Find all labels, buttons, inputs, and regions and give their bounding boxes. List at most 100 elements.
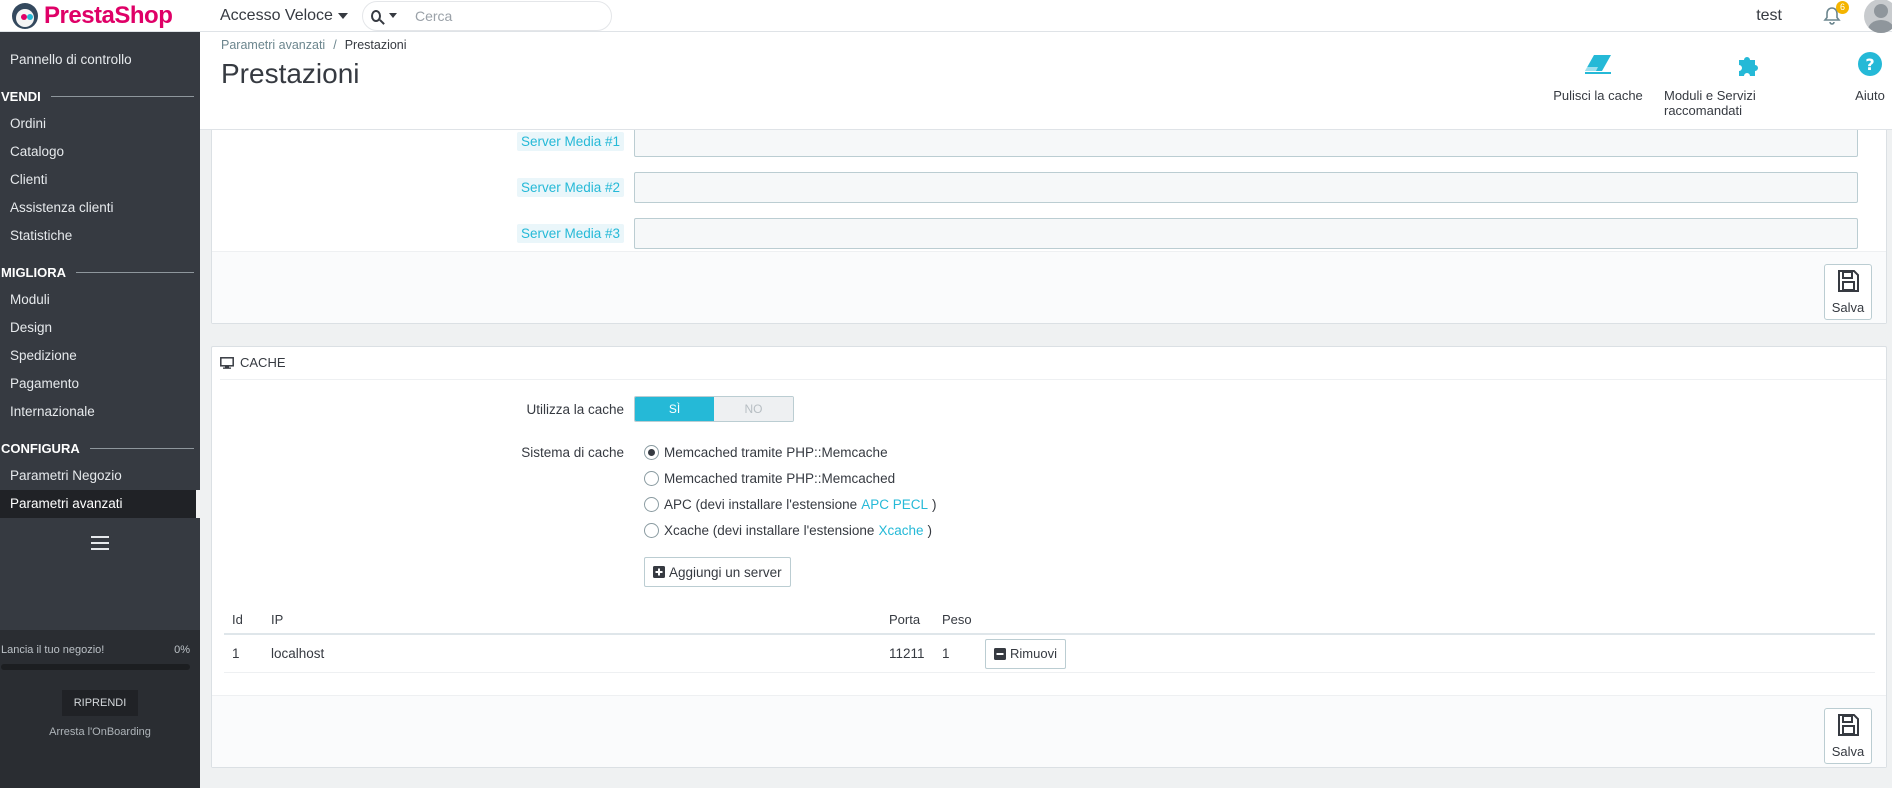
breadcrumb-parent[interactable]: Parametri avanzati [221, 38, 325, 52]
media-server-3-row: Server Media #3 [212, 217, 1886, 249]
search-type-chevron-icon[interactable] [388, 13, 397, 18]
logo[interactable]: PrestaShop [0, 0, 200, 32]
media-server-2-row: Server Media #2 [212, 171, 1886, 203]
use-cache-row: Utilizza la cache SÌ NO [212, 393, 1886, 425]
remove-server-button[interactable]: Rimuovi [985, 638, 1066, 669]
column-porta: Porta [889, 611, 921, 627]
sidebar-section-migliora: MIGLIORA [0, 258, 200, 286]
media-server-1-input[interactable] [634, 130, 1858, 157]
cache-option-apc[interactable]: APC (devi installare l'estensione APC PE… [644, 491, 936, 517]
radio-checked-icon[interactable] [644, 444, 659, 460]
shop-name-link[interactable]: test [1756, 7, 1782, 25]
onboarding-label: Lancia il tuo negozio! [1, 644, 105, 656]
breadcrumb-current: Prestazioni [344, 38, 407, 52]
menu-collapse-icon[interactable] [91, 536, 109, 550]
cache-panel-heading: CACHE [220, 355, 286, 370]
sidebar-section-vendi: VENDI [0, 82, 200, 110]
user-avatar[interactable] [1864, 0, 1892, 33]
column-peso: Peso [942, 611, 972, 627]
use-cache-toggle[interactable]: SÌ NO [634, 396, 794, 422]
top-bar: PrestaShop Accesso Veloce test 6 [0, 0, 1892, 33]
eraser-icon [1583, 50, 1613, 78]
media-servers-panel: Server Media #1 Server Media #2 Server M… [211, 130, 1887, 324]
quick-access-label: Accesso Veloce [220, 6, 333, 24]
table-row: 1 localhost 11211 1 Rimuovi [224, 635, 1875, 673]
recommended-modules-button[interactable]: Moduli e Servizi raccomandati [1664, 50, 1834, 118]
radio-icon[interactable] [644, 470, 659, 486]
desktop-icon [220, 356, 234, 369]
sidebar-item-pagamento[interactable]: Pagamento [0, 370, 200, 398]
cache-option-xcache[interactable]: Xcache (devi installare l'estensione Xca… [644, 517, 936, 543]
sidebar-item-design[interactable]: Design [0, 314, 200, 342]
media-server-2-label: Server Media #2 [516, 177, 624, 197]
sidebar-item-parametri-negozio[interactable]: Parametri Negozio [0, 462, 200, 490]
cache-save-button[interactable]: Salva [1824, 708, 1872, 764]
puzzle-icon [1736, 50, 1762, 78]
quick-access-dropdown[interactable]: Accesso Veloce [220, 0, 348, 32]
sidebar-item-catalogo[interactable]: Catalogo [0, 138, 200, 166]
svg-text:?: ? [1865, 55, 1874, 74]
sidebar-item-moduli[interactable]: Moduli [0, 286, 200, 314]
clear-cache-button[interactable]: Pulisci la cache [1548, 50, 1648, 118]
use-cache-yes[interactable]: SÌ [635, 397, 714, 421]
sidebar-item-ordini[interactable]: Ordini [0, 110, 200, 138]
minus-square-icon [994, 647, 1006, 660]
column-id: Id [232, 611, 243, 627]
save-icon [1836, 713, 1860, 740]
save-icon [1836, 269, 1860, 296]
media-server-1-label: Server Media #1 [516, 131, 624, 151]
media-servers-footer: Salva [212, 251, 1886, 323]
sidebar-item-dashboard[interactable]: Pannello di controllo [0, 46, 200, 74]
cache-system-row: Sistema di cache [212, 439, 1886, 465]
stop-onboarding-link[interactable]: Arresta l'OnBoarding [0, 726, 200, 738]
search-box [361, 0, 612, 31]
main-content: Server Media #1 Server Media #2 Server M… [200, 130, 1892, 788]
table-header: Id IP Porta Peso [224, 605, 1875, 635]
media-server-2-input[interactable] [634, 171, 1858, 203]
cache-option-memcached[interactable]: Memcached tramite PHP::Memcached [644, 465, 936, 491]
sidebar-item-internazionale[interactable]: Internazionale [0, 398, 200, 426]
add-server-button[interactable]: Aggiungi un server [644, 557, 791, 587]
resume-onboarding-button[interactable]: RIPRENDI [62, 690, 138, 716]
sidebar-item-clienti[interactable]: Clienti [0, 166, 200, 194]
notifications-badge: 6 [1836, 1, 1849, 14]
chevron-down-icon [337, 12, 348, 19]
cache-footer: Salva [212, 695, 1886, 767]
notifications-bell-icon[interactable]: 6 [1822, 1, 1849, 26]
plus-square-icon [653, 566, 665, 578]
sidebar-section-configura: CONFIGURA [0, 434, 200, 462]
onboarding-percent: 0% [174, 644, 190, 656]
use-cache-label: Utilizza la cache [526, 401, 624, 417]
media-server-1-row: Server Media #1 [212, 130, 1886, 157]
sidebar-item-parametri-avanzati[interactable]: Parametri avanzati [0, 490, 200, 518]
prestashop-logo-icon [12, 2, 38, 29]
column-ip: IP [271, 611, 284, 627]
logo-text: PrestaShop [44, 1, 173, 29]
onboarding-progress-bar [1, 664, 190, 670]
page-title: Prestazioni [221, 58, 360, 89]
radio-icon[interactable] [644, 522, 659, 538]
sidebar-item-assistenza-clienti[interactable]: Assistenza clienti [0, 194, 200, 222]
cache-system-radio-group: Memcached tramite PHP::Memcache Memcache… [644, 439, 936, 543]
cache-panel: CACHE Utilizza la cache SÌ NO Sistema di… [211, 346, 1887, 768]
sidebar-item-statistiche[interactable]: Statistiche [0, 222, 200, 250]
search-icon[interactable] [370, 9, 397, 22]
cache-option-memcache[interactable]: Memcached tramite PHP::Memcache [644, 439, 936, 465]
apc-pecl-link[interactable]: APC PECL [861, 497, 928, 512]
xcache-link[interactable]: Xcache [878, 523, 923, 538]
media-servers-save-button[interactable]: Salva [1824, 264, 1872, 320]
help-circle-icon: ? [1857, 50, 1883, 78]
onboarding-panel: Lancia il tuo negozio! 0% RIPRENDI Arres… [0, 630, 200, 788]
cache-system-label: Sistema di cache [521, 444, 624, 460]
sidebar-item-spedizione[interactable]: Spedizione [0, 342, 200, 370]
breadcrumb: Parametri avanzati / Prestazioni [221, 38, 407, 52]
radio-icon[interactable] [644, 496, 659, 512]
cache-servers-table: Id IP Porta Peso 1 localhost 11211 1 Rim… [224, 605, 1875, 673]
search-input[interactable] [414, 7, 595, 24]
page-header: Parametri avanzati / Prestazioni Prestazio… [200, 32, 1892, 130]
media-server-3-input[interactable] [634, 217, 1858, 249]
media-server-3-label: Server Media #3 [516, 223, 624, 243]
help-button[interactable]: ? Aiuto [1850, 50, 1890, 118]
use-cache-no[interactable]: NO [714, 397, 793, 421]
sidebar: Pannello di controllo VENDI Ordini Catal… [0, 32, 200, 788]
